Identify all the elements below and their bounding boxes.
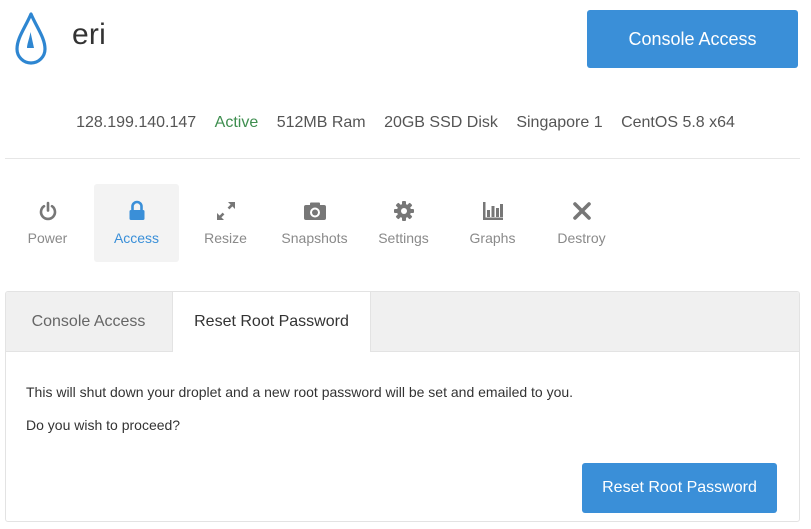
- status-badge: Active: [214, 114, 259, 131]
- nav-item-settings[interactable]: Settings: [361, 184, 446, 262]
- reset-password-message: This will shut down your droplet and a n…: [26, 384, 574, 400]
- droplet-page: eri Console Access 128.199.140.147 Activ…: [0, 0, 811, 529]
- tab-console-access[interactable]: Console Access: [6, 292, 171, 351]
- nav-label: Resize: [204, 230, 247, 246]
- droplet-actions-nav: Power Access Resize Snapshots Settings G…: [5, 184, 628, 262]
- tab-reset-root-password[interactable]: Reset Root Password: [172, 292, 371, 352]
- nav-label: Power: [27, 230, 68, 246]
- nav-item-resize[interactable]: Resize: [183, 184, 268, 262]
- droplet-info-bar: 128.199.140.147 Active 512MB Ram 20GB SS…: [0, 114, 811, 132]
- power-icon: [38, 199, 58, 223]
- divider: [5, 158, 800, 159]
- disk-info: 20GB SSD Disk: [384, 114, 498, 131]
- camera-icon: [303, 199, 327, 223]
- access-tabs: Console Access Reset Root Password: [6, 292, 799, 352]
- nav-label: Destroy: [557, 230, 606, 246]
- close-icon: [572, 199, 592, 223]
- nav-label: Access: [113, 230, 160, 246]
- nav-item-graphs[interactable]: Graphs: [450, 184, 535, 262]
- bar-chart-icon: [482, 199, 504, 223]
- nav-label: Settings: [378, 230, 429, 246]
- region-info: Singapore 1: [516, 114, 603, 131]
- lock-icon: [128, 199, 146, 223]
- droplet-name: eri: [72, 18, 106, 51]
- nav-label: Graphs: [469, 230, 516, 246]
- os-info: CentOS 5.8 x64: [621, 114, 735, 131]
- nav-item-snapshots[interactable]: Snapshots: [272, 184, 357, 262]
- access-panel: Console Access Reset Root Password This …: [5, 291, 800, 522]
- nav-item-destroy[interactable]: Destroy: [539, 184, 624, 262]
- droplet-logo-icon: [14, 10, 48, 66]
- proceed-question: Do you wish to proceed?: [26, 417, 181, 433]
- nav-item-access[interactable]: Access: [94, 184, 179, 262]
- ram-info: 512MB Ram: [276, 114, 366, 131]
- nav-item-power[interactable]: Power: [5, 184, 90, 262]
- nav-label: Snapshots: [281, 230, 348, 246]
- resize-icon: [215, 199, 237, 223]
- console-access-button[interactable]: Console Access: [587, 10, 798, 68]
- gear-icon: [393, 199, 415, 223]
- ip-address: 128.199.140.147: [76, 114, 197, 131]
- reset-root-password-button[interactable]: Reset Root Password: [582, 463, 777, 513]
